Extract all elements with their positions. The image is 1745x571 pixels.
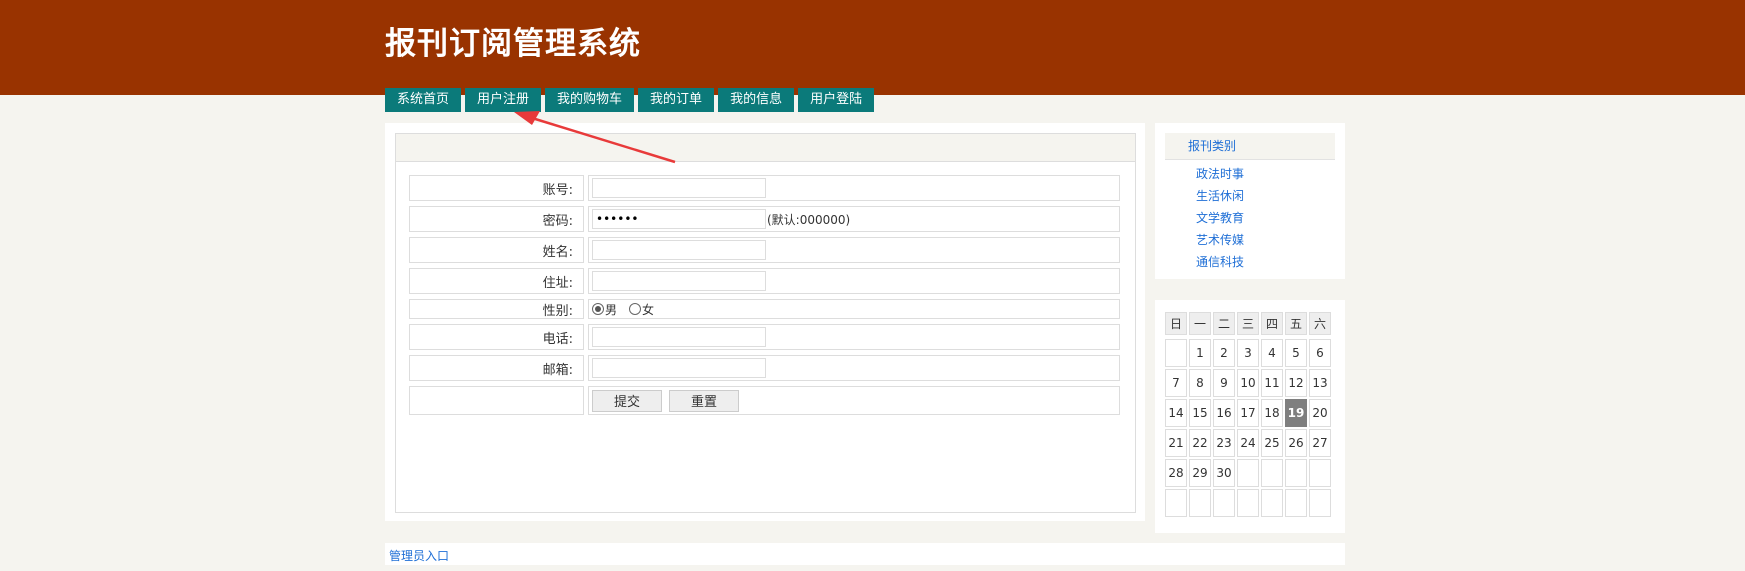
annotation-arrow-icon: [514, 111, 676, 164]
